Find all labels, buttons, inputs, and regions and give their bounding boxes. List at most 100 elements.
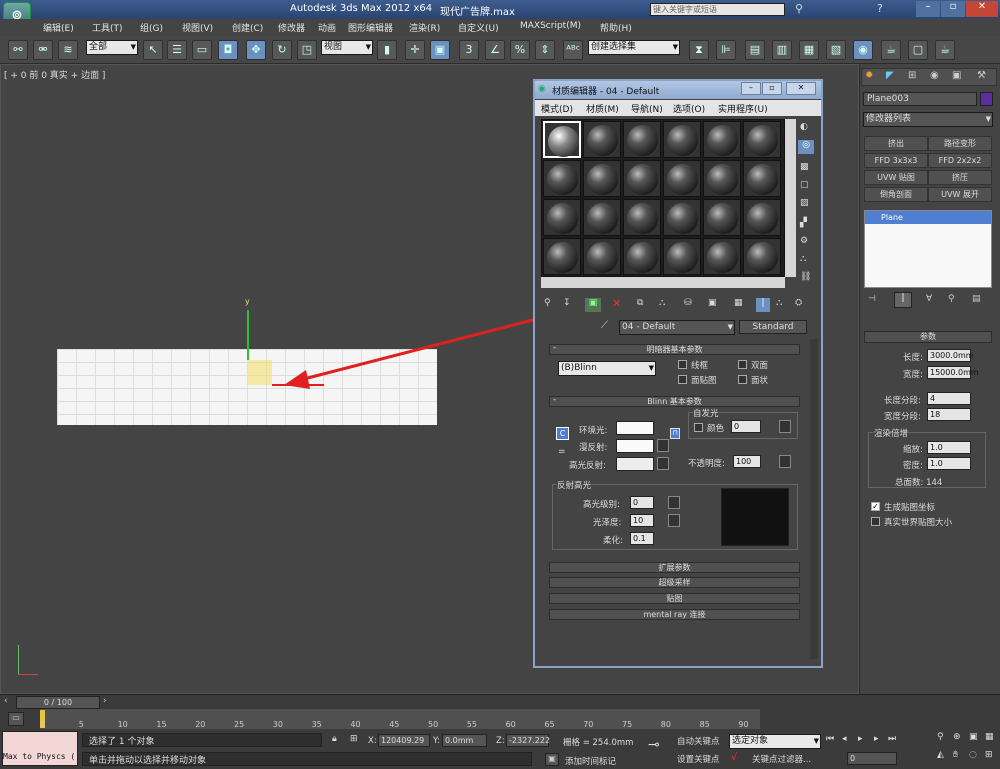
object-name-field[interactable]: Plane003 <box>863 92 977 106</box>
assign-material-icon[interactable]: ▣ <box>585 298 601 312</box>
put-to-scene-icon[interactable]: ↧ <box>563 298 571 308</box>
self-illum-map-button[interactable] <box>779 420 791 433</box>
material-map-navigator-icon[interactable]: ⛓ <box>800 272 811 282</box>
supersampling-rollout[interactable]: 超级采样 <box>549 577 800 588</box>
me-menu-material[interactable]: 材质(M) <box>586 102 619 115</box>
material-type-button[interactable]: Standard <box>739 320 807 334</box>
material-sample-slot[interactable] <box>623 121 661 158</box>
track-bar-toggle-icon[interactable]: ▭ <box>8 712 24 726</box>
length-spinner[interactable]: 3000.0mm <box>927 349 974 362</box>
material-sample-slot[interactable] <box>663 238 701 275</box>
fov-icon[interactable]: ◭ <box>937 750 944 760</box>
material-sample-slot[interactable] <box>583 160 621 197</box>
specular-color-swatch[interactable] <box>616 457 654 471</box>
material-sample-slot[interactable] <box>543 238 581 275</box>
gen-map-coords-checkbox[interactable]: ✓ <box>871 502 880 511</box>
glossiness-spinner[interactable]: 10 <box>630 514 654 527</box>
background-icon[interactable]: ▩ <box>800 162 809 172</box>
make-copy-icon[interactable]: ⧉ <box>637 298 643 308</box>
remove-modifier-icon[interactable]: ⚲ <box>948 294 955 304</box>
unwrap-uvw-button[interactable]: UVW 展开 <box>928 187 992 202</box>
real-world-map-checkbox[interactable] <box>871 517 880 526</box>
prev-frame-icon[interactable]: ◂ <box>842 734 847 744</box>
squeeze-button[interactable]: 挤压 <box>928 170 992 185</box>
ambient-color-swatch[interactable] <box>616 421 654 435</box>
put-to-library-icon[interactable]: ⛁ <box>684 298 692 308</box>
map-lock-icon[interactable]: ⊓ <box>670 428 680 439</box>
blinn-rollout-header[interactable]: Blinn 基本参数 <box>549 396 800 407</box>
me-menu-options[interactable]: 选项(O) <box>673 102 705 115</box>
key-icon[interactable]: ⊸ <box>648 737 660 753</box>
go-to-parent-icon[interactable]: ⛬ <box>776 298 782 308</box>
bevel-profile-button[interactable]: 倒角剖面 <box>864 187 928 202</box>
orbit-icon[interactable]: ◌ <box>969 750 977 760</box>
select-by-material-icon[interactable]: ⛬ <box>800 254 806 264</box>
opacity-map-button[interactable] <box>779 455 791 468</box>
zoom-extents-icon[interactable]: ▣ <box>969 732 978 742</box>
make-unique-mat-icon[interactable]: ⛬ <box>659 298 665 308</box>
material-sample-slot[interactable] <box>663 121 701 158</box>
me-minimize-button[interactable]: – <box>741 82 761 95</box>
show-end-result-icon[interactable]: | <box>894 292 912 308</box>
material-sample-slot[interactable] <box>543 121 581 158</box>
motion-tab-icon[interactable]: ◉ <box>930 70 939 81</box>
go-to-start-icon[interactable]: ⏮︎ <box>826 734 834 744</box>
me-close-button[interactable]: ✕ <box>786 82 816 95</box>
reset-map-icon[interactable]: ✕ <box>612 297 621 310</box>
zoom-extents-all-icon[interactable]: ▦ <box>985 732 994 742</box>
scale-spinner[interactable]: 1.0 <box>927 441 971 454</box>
diffuse-map-button[interactable] <box>657 439 669 452</box>
display-tab-icon[interactable]: ▣ <box>952 70 961 81</box>
me-maximize-button[interactable]: ▫ <box>762 82 782 95</box>
modifier-list-dropdown[interactable]: 修改器列表 <box>863 112 993 127</box>
extended-params-rollout[interactable]: 扩展参数 <box>549 562 800 573</box>
material-sample-slot[interactable] <box>583 121 621 158</box>
path-deform-button[interactable]: 路径变形 <box>928 136 992 151</box>
add-time-tag[interactable]: 添加时间标记 <box>565 755 616 767</box>
current-frame-field[interactable]: 0 <box>847 752 897 765</box>
sample-scroll-h[interactable] <box>541 277 785 288</box>
material-options-icon[interactable]: ⚙ <box>800 236 808 246</box>
ffd222-button[interactable]: FFD 2x2x2 <box>928 153 992 168</box>
x-coordinate-field[interactable]: 120409.29 <box>378 734 430 747</box>
glossiness-map-button[interactable] <box>668 514 680 527</box>
track-bar[interactable] <box>40 709 760 729</box>
extrude-button[interactable]: 挤出 <box>864 136 928 151</box>
zoom-icon[interactable]: ⚲ <box>937 732 944 742</box>
sample-type-icon[interactable]: ◐ <box>800 122 808 132</box>
material-sample-slot[interactable] <box>703 121 741 158</box>
show-end-result-mat-icon[interactable]: | <box>756 298 770 312</box>
width-spinner[interactable]: 15000.0mm <box>927 366 979 379</box>
show-map-icon[interactable]: ▦ <box>734 298 743 308</box>
play-icon[interactable]: ▸ <box>858 734 863 744</box>
material-sample-slot[interactable] <box>743 121 781 158</box>
material-sample-slot[interactable] <box>743 160 781 197</box>
object-color-swatch[interactable] <box>980 92 993 106</box>
material-sample-slot[interactable] <box>583 199 621 236</box>
material-sample-slot[interactable] <box>543 160 581 197</box>
lock-ambient-icon[interactable]: C <box>556 427 569 440</box>
length-segs-spinner[interactable]: 4 <box>927 392 971 405</box>
make-unique-icon[interactable]: ∀ <box>926 294 932 304</box>
pan-icon[interactable]: ✋︎ <box>953 750 958 760</box>
maximize-viewport-icon[interactable]: ⊞ <box>985 750 993 760</box>
material-sample-slot[interactable] <box>583 238 621 275</box>
stack-item-plane[interactable]: Plane <box>865 211 991 224</box>
width-segs-spinner[interactable]: 18 <box>927 408 971 421</box>
material-sample-slot[interactable] <box>703 238 741 275</box>
ffd333-button[interactable]: FFD 3x3x3 <box>864 153 928 168</box>
z-coordinate-field[interactable]: -2327.222 <box>506 734 550 747</box>
uvw-map-button[interactable]: UVW 贴图 <box>864 170 928 185</box>
shader-dropdown[interactable]: (B)Blinn <box>558 361 656 376</box>
get-material-icon[interactable]: ⚲ <box>544 298 551 308</box>
spec-level-map-button[interactable] <box>668 496 680 509</box>
material-editor-scrollbar[interactable] <box>810 339 818 659</box>
lock-selection-icon[interactable]: 🔒︎ <box>332 734 337 744</box>
eyedropper-icon[interactable]: ⟋ <box>601 320 608 331</box>
material-sample-slot[interactable] <box>663 199 701 236</box>
absolute-mode-icon[interactable]: ⊞ <box>350 734 358 744</box>
lock-diffuse-icon[interactable]: = <box>558 447 566 457</box>
me-menu-mode[interactable]: 模式(D) <box>541 102 573 115</box>
two-sided-checkbox[interactable] <box>738 360 747 369</box>
go-to-end-icon[interactable]: ⏭︎ <box>888 734 896 744</box>
